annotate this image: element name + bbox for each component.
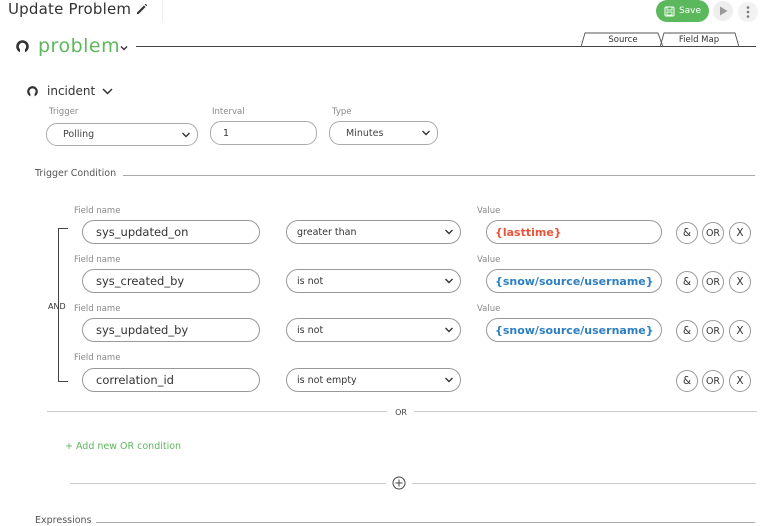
trigger-select[interactable]: Polling [46, 123, 198, 146]
chevron-down-icon[interactable] [119, 43, 129, 53]
and-label: AND [48, 302, 66, 311]
add-and-button[interactable]: & [676, 320, 698, 342]
field-name-input[interactable]: sys_created_by [82, 269, 260, 293]
field-name-value: sys_created_by [96, 274, 185, 288]
value-token: {snow/source/username} [495, 323, 654, 337]
tab-field-map[interactable]: Field Map [662, 33, 736, 47]
type-select-value: Minutes [346, 127, 384, 139]
add-or-button[interactable]: OR [702, 271, 724, 293]
incident-label: incident [47, 84, 96, 98]
operator-value: is not empty [297, 374, 357, 386]
value-label: Value [477, 206, 501, 216]
value-label: Value [477, 304, 501, 314]
operator-select[interactable]: is not [286, 269, 461, 293]
trigger-condition-label: Trigger Condition [35, 168, 117, 179]
chevron-down-icon [445, 377, 453, 383]
field-name-input[interactable]: sys_updated_on [82, 220, 260, 244]
trigger-label: Trigger [49, 107, 79, 117]
add-and-button[interactable]: & [676, 370, 698, 392]
interval-label: Interval [212, 107, 245, 117]
more-vertical-icon [746, 6, 750, 18]
interval-input[interactable]: 1 [210, 121, 317, 145]
field-name-value: sys_updated_by [96, 323, 189, 337]
add-and-button[interactable]: & [676, 271, 698, 293]
more-menu-button[interactable] [738, 2, 758, 22]
type-select[interactable]: Minutes [329, 121, 438, 145]
field-name-value: correlation_id [96, 373, 174, 387]
remove-condition-button[interactable]: X [729, 222, 751, 244]
expressions-divider [96, 522, 755, 523]
field-name-label: Field name [74, 304, 121, 314]
operator-select[interactable]: greater than [286, 220, 461, 244]
expressions-label: Expressions [35, 515, 92, 526]
chevron-down-icon [422, 130, 430, 136]
play-icon [719, 6, 727, 16]
group-divider-right [412, 483, 756, 484]
save-button[interactable]: Save [656, 0, 709, 22]
chevron-down-icon[interactable] [101, 86, 114, 97]
value-input[interactable]: {lasttime} [486, 220, 662, 244]
chevron-down-icon [445, 327, 453, 333]
value-label: Value [477, 255, 501, 265]
value-input[interactable]: {snow/source/username} [486, 269, 662, 293]
value-token: {snow/source/username} [495, 274, 654, 288]
value-token: {lasttime} [495, 225, 562, 239]
pencil-icon[interactable] [135, 2, 149, 16]
title-divider [162, 0, 163, 22]
add-or-condition-link[interactable]: + Add new OR condition [65, 441, 181, 452]
trigger-condition-divider [123, 175, 755, 176]
add-or-button[interactable]: OR [702, 370, 724, 392]
tab-source[interactable]: Source [584, 33, 662, 47]
or-divider-right [414, 411, 757, 412]
add-or-button[interactable]: OR [702, 320, 724, 342]
field-name-input[interactable]: correlation_id [82, 368, 260, 392]
chevron-down-icon [445, 278, 453, 284]
remove-condition-button[interactable]: X [729, 271, 751, 293]
operator-select[interactable]: is not empty [286, 368, 461, 392]
field-name-input[interactable]: sys_updated_by [82, 318, 260, 342]
add-group-icon[interactable] [392, 476, 406, 490]
chevron-down-icon [445, 229, 453, 235]
chevron-down-icon [182, 132, 190, 137]
field-name-value: sys_updated_on [96, 225, 189, 239]
operator-select[interactable]: is not [286, 318, 461, 342]
field-name-label: Field name [74, 206, 121, 216]
section-title: problem [38, 35, 121, 57]
add-or-button[interactable]: OR [702, 222, 724, 244]
or-divider-left [47, 411, 387, 412]
or-separator-label: OR [395, 408, 407, 417]
operator-value: greater than [297, 226, 357, 238]
field-name-label: Field name [74, 255, 121, 265]
section-toggle-icon[interactable] [16, 40, 29, 53]
add-and-button[interactable]: & [676, 222, 698, 244]
interval-input-value: 1 [223, 127, 230, 139]
group-divider-left [70, 483, 386, 484]
remove-condition-button[interactable]: X [729, 320, 751, 342]
operator-value: is not [297, 324, 324, 336]
save-button-label: Save [678, 6, 702, 16]
operator-value: is not [297, 275, 324, 287]
trigger-select-value: Polling [63, 129, 95, 140]
field-name-label: Field name [74, 353, 121, 363]
value-input[interactable]: {snow/source/username} [486, 318, 662, 342]
incident-toggle-icon[interactable] [27, 86, 38, 97]
remove-condition-button[interactable]: X [729, 370, 751, 392]
run-button[interactable] [713, 1, 733, 21]
type-label: Type [332, 107, 352, 117]
save-icon [664, 6, 675, 16]
page-title: Update Problem [8, 0, 132, 18]
